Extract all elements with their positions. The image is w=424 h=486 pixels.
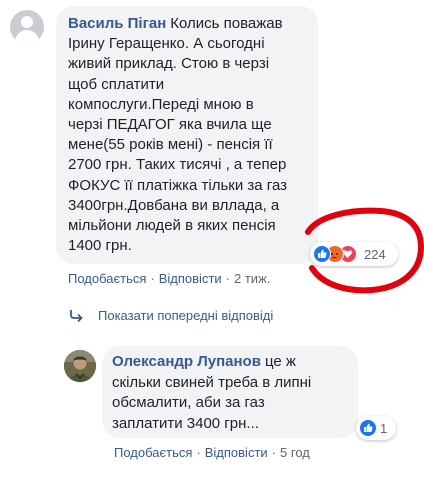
comment-line: Ірину Геращенко. А сьогодні [68,35,265,53]
reactions-summary[interactable]: 1 [356,416,396,440]
reply-arrow-icon [70,309,83,322]
comment-line: щоб сплатити [68,75,165,93]
avatar[interactable] [64,350,96,382]
comment-actions: Подобається · Відповісти · 5 год [114,445,310,460]
comment-line: це ж [264,353,296,370]
like-icon [359,419,377,437]
comment-line: 3400грн.Довбана ви вллада, а [68,196,280,214]
like-icon [313,245,331,263]
avatar-shoulders-shape [15,30,39,44]
avatar-photo-image [64,350,96,382]
show-previous-replies-link[interactable]: Показати попередні відповіді [68,308,273,323]
comment-author[interactable]: Олександр Лупанов [112,353,261,370]
reactions-summary[interactable]: 224 [310,242,398,266]
separator: · [196,445,201,460]
comment-line: скільки свиней треба в липні [112,373,312,391]
comment-line: компослуги.Переді мною в [68,95,254,113]
comment-line: 2700 грн. Таких тисячі , а тепер [68,156,287,174]
comment-author[interactable]: Василь Піган [68,15,166,32]
comment-line: ФОКУС її платіжка тільки за газ [68,176,287,194]
reply-button[interactable]: Відповісти [159,271,222,286]
show-previous-label[interactable]: Показати попередні відповіді [98,308,273,323]
comment-line: обсмалити, аби за газ [112,394,265,411]
comment-line: 1400 грн. [68,237,132,255]
comment-actions: Подобається · Відповісти · 2 тиж. [68,271,270,286]
comment-line: живий приклад. Стою в черзі [68,55,270,73]
avatar-default[interactable] [10,10,44,44]
separator: · [271,445,277,460]
comment-line: черзі ПЕДАГОГ яка вчила ще [68,116,272,134]
comment-line: мене(55 років мені) - пенсія її [68,136,273,154]
comment-bubble: Олександр Лупанов це ж скільки свиней тре… [102,346,358,438]
comment-line: Колись поважав [170,15,283,32]
reply-button[interactable]: Відповісти [205,445,268,460]
comment-bubble: Василь Піган Колись поважав Ірину Геращен… [56,6,318,264]
like-button[interactable]: Подобається [68,271,146,286]
comment-line: мільйони людей в яких пенсія [68,217,276,235]
avatar-head-shape [21,16,33,28]
reaction-count: 1 [380,420,388,436]
separator: · [150,271,155,286]
like-button[interactable]: Подобається [114,445,192,460]
comment-line: заплатити 3400 грн... [112,414,259,432]
timestamp[interactable]: 5 год [280,445,310,460]
timestamp[interactable]: 2 тиж. [234,271,270,286]
separator: · [225,271,231,286]
comment-text: Олександр Лупанов це ж скільки свиней тре… [112,352,348,434]
reaction-count: 224 [364,246,386,262]
comment-text: Василь Піган Колись поважав Ірину Геращен… [68,14,308,256]
